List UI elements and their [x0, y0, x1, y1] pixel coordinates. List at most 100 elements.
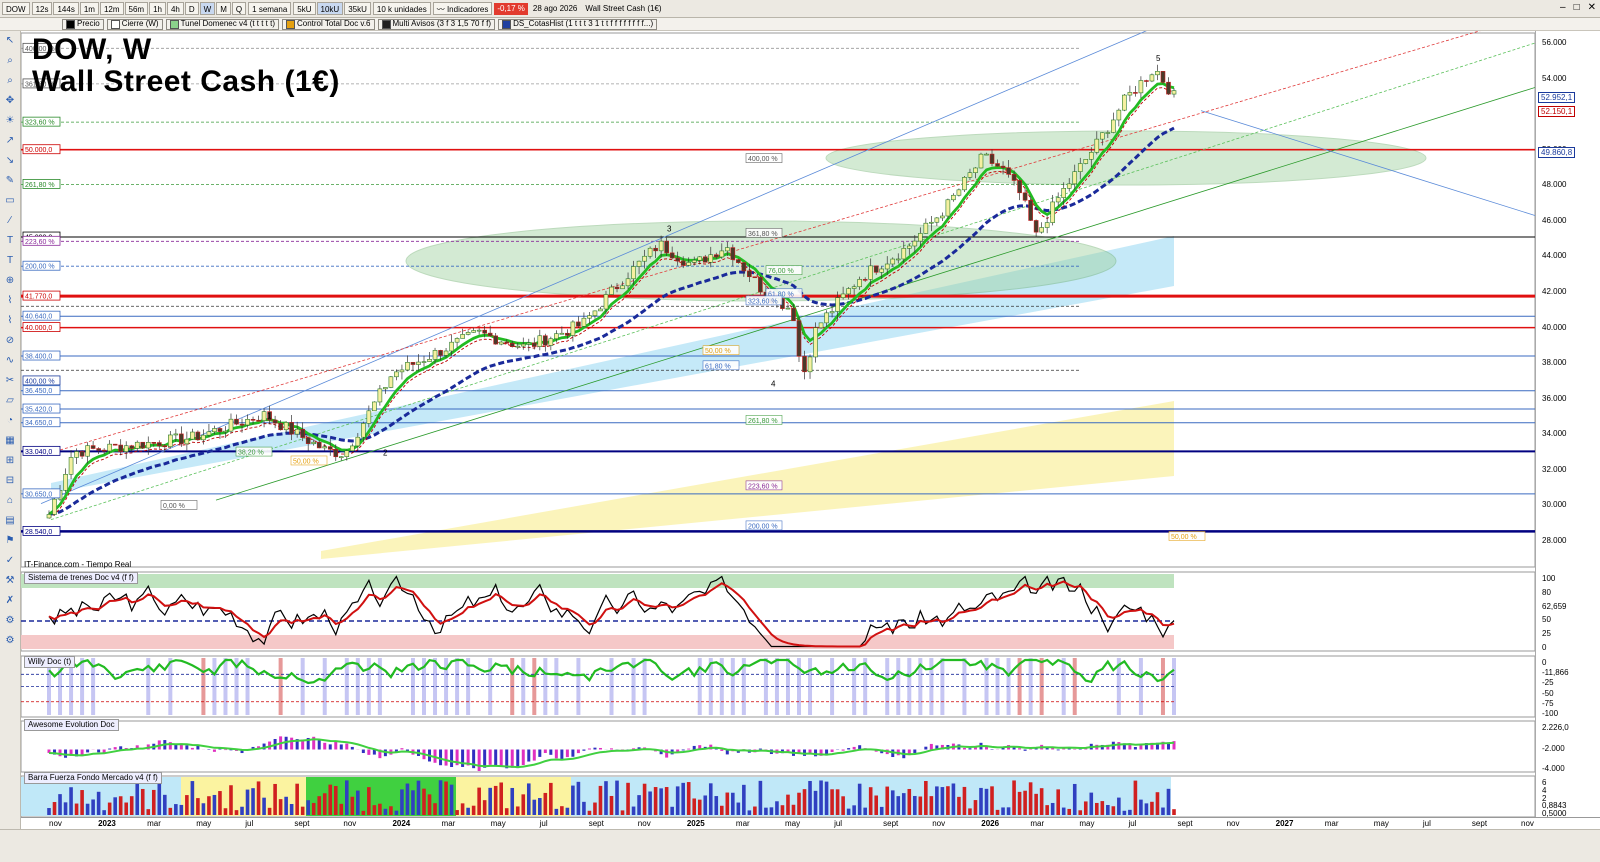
- awesome-bar: [345, 744, 348, 750]
- timeframe-Q[interactable]: Q: [232, 2, 246, 15]
- tool-icon-10[interactable]: T: [3, 235, 17, 247]
- level-label: 38.400,0: [25, 354, 52, 361]
- unit-35kU[interactable]: 35kU: [344, 2, 371, 15]
- pane-title-trenes[interactable]: Sistema de trenes Doc v4 (f f): [24, 572, 138, 584]
- candle-bear: [141, 442, 145, 448]
- tool-icon-3[interactable]: ✥: [3, 95, 17, 107]
- barra-bar: [874, 796, 878, 815]
- timeframe-M[interactable]: M: [216, 2, 231, 15]
- timeframe-56m[interactable]: 56m: [125, 2, 149, 15]
- unit-10kU[interactable]: 10kU: [317, 2, 344, 15]
- timeframe-12s[interactable]: 12s: [32, 2, 53, 15]
- tool-icon-2[interactable]: ⌕: [3, 75, 17, 87]
- legend-item[interactable]: Cierre (W): [107, 19, 163, 30]
- tool-icon-15[interactable]: ⊘: [3, 335, 17, 347]
- tool-icon-4[interactable]: ☀: [3, 115, 17, 127]
- pane-title-willy[interactable]: Willy Doc (t): [24, 656, 75, 668]
- barra-bar: [913, 796, 917, 815]
- tool-icon-7[interactable]: ✎: [3, 175, 17, 187]
- date-label: nov: [1521, 819, 1534, 828]
- barra-bar: [935, 786, 939, 815]
- unit-5kU[interactable]: 5kU: [293, 2, 315, 15]
- tool-icon-19[interactable]: ◔: [3, 415, 17, 427]
- barra-bar: [169, 808, 173, 815]
- tool-icon-14[interactable]: ⌇: [3, 315, 17, 327]
- candle-bull: [428, 359, 432, 361]
- barra-bar: [637, 795, 641, 815]
- range-select[interactable]: 1 semana: [248, 2, 291, 15]
- tool-icon-18[interactable]: ▱: [3, 395, 17, 407]
- tool-icon-1[interactable]: ⌕: [3, 55, 17, 67]
- candle-bear: [119, 445, 123, 452]
- minimize-icon[interactable]: –: [1560, 2, 1566, 13]
- legend-item[interactable]: DS_CotasHist (1 t t t 3 1 t t f f f f f …: [498, 19, 657, 30]
- tool-icon-21[interactable]: ⊞: [3, 455, 17, 467]
- chart-area[interactable]: 400,00 %361,80 %323,60 %50.000,0261,80 %…: [21, 31, 1535, 817]
- tool-icon-6[interactable]: ↘: [3, 155, 17, 167]
- timeframe-144s[interactable]: 144s: [53, 2, 78, 15]
- barra-bar: [687, 782, 691, 815]
- price-axis-label: 44.000: [1542, 251, 1566, 260]
- pane-axis-label: -50: [1542, 689, 1554, 698]
- tool-icon-0[interactable]: ↖: [3, 35, 17, 47]
- candle-bull: [416, 362, 420, 364]
- awesome-bar: [1073, 749, 1076, 750]
- level-label: 400,00 %: [25, 378, 55, 385]
- barra-bar: [510, 788, 514, 815]
- barra-bar: [301, 807, 305, 815]
- candle-bull: [378, 389, 382, 402]
- tool-icon-17[interactable]: ✂: [3, 375, 17, 387]
- legend-item[interactable]: Tunel Domenec v4 (t t t t t): [166, 19, 279, 30]
- pane-title-awesome[interactable]: Awesome Evolution Doc: [24, 719, 119, 731]
- timeframe-1h[interactable]: 1h: [149, 2, 166, 15]
- units-select[interactable]: 10 k unidades: [373, 2, 431, 15]
- tool-icon-5[interactable]: ↗: [3, 135, 17, 147]
- pane-title-barra[interactable]: Barra Fuerza Fondo Mercado v4 (f f): [24, 772, 162, 784]
- barra-bar: [665, 787, 669, 815]
- tool-icon-27[interactable]: ⚒: [3, 575, 17, 587]
- tool-icon-16[interactable]: ∿: [3, 355, 17, 367]
- candle-bull: [786, 308, 790, 309]
- tool-icon-11[interactable]: T: [3, 255, 17, 267]
- candle-bull: [455, 338, 459, 342]
- tool-icon-20[interactable]: ▦: [3, 435, 17, 447]
- tool-icon-24[interactable]: ▤: [3, 515, 17, 527]
- timeframe-W[interactable]: W: [200, 2, 216, 15]
- maximize-icon[interactable]: □: [1574, 2, 1580, 13]
- tool-icon-12[interactable]: ⊕: [3, 275, 17, 287]
- candle-bull: [146, 442, 150, 448]
- candle-bull: [86, 446, 90, 457]
- barra-bar: [1150, 802, 1154, 815]
- timeframe-4h[interactable]: 4h: [167, 2, 184, 15]
- tool-icon-30[interactable]: ⚙: [3, 635, 17, 647]
- timeframe-D[interactable]: D: [185, 2, 199, 15]
- indicators-button[interactable]: 〰 Indicadores: [433, 2, 493, 15]
- candle-bear: [654, 248, 658, 251]
- tool-icon-28[interactable]: ✗: [3, 595, 17, 607]
- pane-axis-label: 80: [1542, 588, 1551, 597]
- timeframe-12m[interactable]: 12m: [100, 2, 124, 15]
- fib-label: 0,00 %: [163, 503, 185, 510]
- legend-item[interactable]: Control Total Doc v.6: [282, 19, 375, 30]
- tool-icon-29[interactable]: ⚙: [3, 615, 17, 627]
- tool-icon-25[interactable]: ⚑: [3, 535, 17, 547]
- legend-item[interactable]: Precio: [62, 19, 104, 30]
- symbol-select[interactable]: DOW: [2, 2, 30, 15]
- tool-icon-23[interactable]: ⌂: [3, 495, 17, 507]
- tool-icon-22[interactable]: ⊟: [3, 475, 17, 487]
- tool-icon-8[interactable]: ▭: [3, 195, 17, 207]
- tool-icon-9[interactable]: ∕: [3, 215, 17, 227]
- barra-bar: [1029, 782, 1033, 815]
- awesome-bar: [665, 750, 668, 758]
- tool-icon-13[interactable]: ⌇: [3, 295, 17, 307]
- price-axis[interactable]: 56.00054.00052.00050.00048.00046.00044.0…: [1535, 31, 1600, 821]
- awesome-bar: [682, 750, 685, 751]
- legend-item[interactable]: Multi Avisos (3 f 3 1,5 70 f f): [378, 19, 496, 30]
- awesome-bar: [1117, 742, 1120, 749]
- close-icon[interactable]: ✕: [1588, 2, 1596, 13]
- timeframe-1m[interactable]: 1m: [80, 2, 99, 15]
- barra-bar: [1128, 810, 1132, 815]
- tool-icon-26[interactable]: ✓: [3, 555, 17, 567]
- barra-bar: [869, 787, 873, 815]
- awesome-bar: [759, 749, 762, 750]
